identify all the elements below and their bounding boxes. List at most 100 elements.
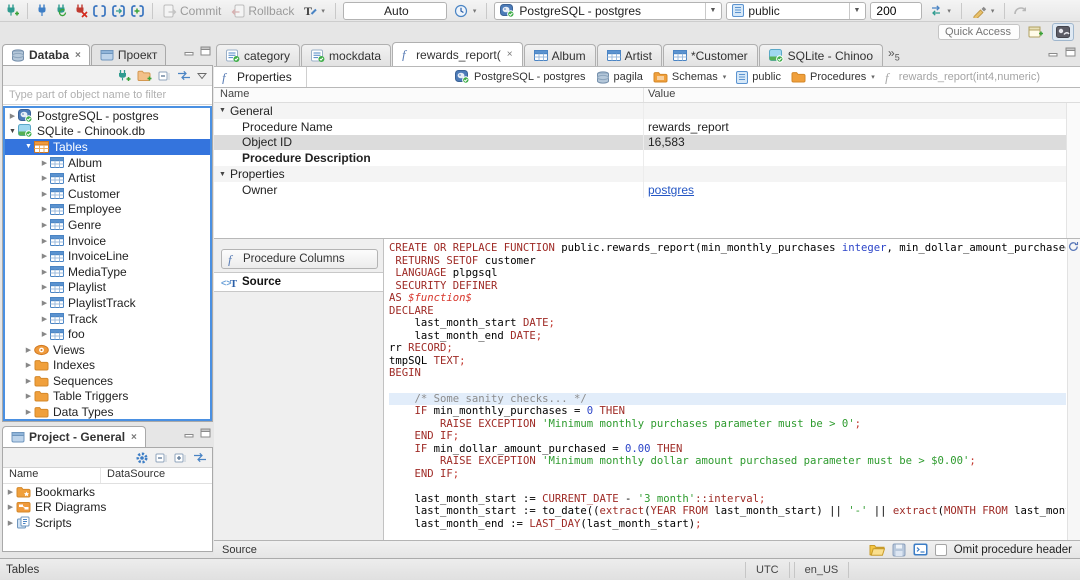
breadcrumb-item-procedures[interactable]: Procedures ▾ — [791, 71, 875, 83]
disconnect-icon[interactable] — [73, 3, 88, 18]
transaction-history-button[interactable]: ▾ — [451, 3, 480, 19]
editor-tab-mockdata[interactable]: mockdata — [301, 44, 392, 66]
chevron-right-icon[interactable]: ▶ — [39, 237, 50, 245]
editor-tab-sqlite-chinoo[interactable]: SQLite - Chinoo — [758, 44, 884, 66]
property-value[interactable]: postgres — [648, 183, 694, 197]
chevron-right-icon[interactable]: ▶ — [5, 488, 16, 496]
chevron-right-icon[interactable]: ▶ — [39, 159, 50, 167]
tree-item-sequences[interactable]: ▶ Sequences — [5, 373, 210, 389]
tree-item-postgresql-postgres[interactable]: ▶ PostgreSQL - postgres — [5, 108, 210, 124]
maximize-icon[interactable] — [200, 428, 211, 438]
recent-sql-editor-icon[interactable] — [111, 4, 126, 18]
chevron-right-icon[interactable]: ▶ — [23, 361, 34, 369]
chevron-right-icon[interactable]: ▶ — [23, 346, 34, 354]
chevron-right-icon[interactable]: ▶ — [23, 392, 34, 400]
status-locale[interactable]: en_US — [793, 561, 850, 578]
grid-row-general[interactable]: ▼ General — [214, 103, 1080, 119]
format-button[interactable]: ▾ — [969, 3, 998, 19]
chevron-right-icon[interactable]: ▶ — [39, 221, 50, 229]
chevron-right-icon[interactable]: ▶ — [5, 503, 16, 511]
tree-item-data-types[interactable]: ▶ Data Types — [5, 404, 210, 419]
navigator-filter-input[interactable] — [3, 86, 212, 105]
tab-properties[interactable]: f Properties — [214, 67, 307, 87]
new-connection-icon[interactable] — [116, 69, 131, 83]
tree-item-indexes[interactable]: ▶ Indexes — [5, 358, 210, 374]
column-header-name[interactable]: Name — [3, 468, 101, 483]
breadcrumb-item-public[interactable]: public — [736, 70, 781, 84]
minimize-icon[interactable] — [184, 46, 195, 56]
chevron-right-icon[interactable]: ▶ — [39, 268, 50, 276]
chevron-right-icon[interactable]: ▶ — [39, 252, 50, 260]
chevron-down-icon[interactable]: ▼ — [23, 143, 34, 150]
connect-icon[interactable] — [35, 3, 50, 18]
chevron-right-icon[interactable]: ▶ — [23, 377, 34, 385]
refresh-icon[interactable] — [1068, 241, 1079, 252]
dbeaver-perspective-button[interactable] — [1052, 23, 1074, 41]
maximize-icon[interactable] — [1065, 47, 1076, 57]
tree-item-foo[interactable]: ▶ foo — [5, 326, 210, 342]
commit-mode-combo[interactable]: Auto — [342, 1, 447, 20]
chevron-down-icon[interactable]: ▼ — [219, 171, 226, 178]
close-icon[interactable]: × — [75, 50, 81, 61]
tree-item-mediatype[interactable]: ▶ MediaType — [5, 264, 210, 280]
view-menu-icon[interactable] — [197, 72, 207, 80]
tab-project-general[interactable]: Project - General × — [2, 426, 146, 447]
tab-procedure-columns[interactable]: f Procedure Columns — [221, 249, 378, 269]
grid-scrollbar[interactable] — [1066, 103, 1080, 238]
new-connection-icon[interactable] — [4, 3, 20, 18]
tree-item-views[interactable]: ▶ Views — [5, 342, 210, 358]
bottom-tab-source[interactable]: Source — [222, 544, 257, 556]
grid-row-object-id[interactable]: Object ID 16,583 — [214, 134, 1080, 151]
link-with-editor-icon[interactable] — [177, 70, 191, 81]
grid-header-name[interactable]: Name — [214, 88, 644, 102]
project-item-scripts[interactable]: ▶ Scripts — [3, 515, 212, 531]
tree-item-playlist[interactable]: ▶ Playlist — [5, 280, 210, 296]
undo-icon[interactable] — [1012, 4, 1027, 17]
tree-item-genre[interactable]: ▶ Genre — [5, 217, 210, 233]
chevron-right-icon[interactable]: ▶ — [39, 330, 50, 338]
save-to-file-icon[interactable] — [892, 543, 906, 557]
status-timezone[interactable]: UTC — [745, 561, 790, 578]
new-sql-editor-icon[interactable] — [130, 4, 145, 18]
source-code[interactable]: CREATE OR REPLACE FUNCTION public.reward… — [389, 242, 1066, 540]
tree-item-employee[interactable]: ▶ Employee — [5, 202, 210, 218]
tree-item-tables[interactable]: ▼ Tables — [5, 139, 210, 155]
omit-procedure-header-checkbox[interactable] — [934, 543, 947, 556]
collapse-all-icon[interactable] — [158, 70, 171, 82]
connection-combo-arrow[interactable]: ▼ — [705, 2, 719, 19]
tab-projects[interactable]: Проект — [90, 44, 167, 65]
tree-item-sqlite-chinook-db[interactable]: ▼ SQLite - Chinook.db — [5, 124, 210, 140]
chevron-down-icon[interactable]: ▾ — [723, 73, 727, 81]
commit-button[interactable]: Commit — [160, 3, 224, 19]
open-console-icon[interactable] — [913, 543, 928, 556]
breadcrumb-item-postgresql-postgres[interactable]: PostgreSQL - postgres — [455, 70, 586, 84]
grid-row-owner[interactable]: Owner postgres — [214, 181, 1080, 198]
minimize-icon[interactable] — [184, 428, 195, 438]
close-icon[interactable]: × — [131, 432, 137, 443]
editor-tab-artist[interactable]: Artist — [596, 44, 662, 66]
chevron-right-icon[interactable]: ▶ — [23, 408, 34, 416]
chevron-right-icon[interactable]: ▶ — [7, 112, 18, 120]
collapse-all-icon[interactable] — [155, 452, 168, 464]
chevron-right-icon[interactable]: ▶ — [39, 205, 50, 213]
open-perspective-button[interactable] — [1025, 23, 1047, 41]
source-editor[interactable]: ▲▼ CREATE OR REPLACE FUNCTION public.rew… — [384, 239, 1080, 540]
chevron-right-icon[interactable]: ▶ — [39, 299, 50, 307]
tree-item-playlisttrack[interactable]: ▶ PlaylistTrack — [5, 295, 210, 311]
project-item-bookmarks[interactable]: ▶ Bookmarks — [3, 484, 212, 500]
minimize-icon[interactable] — [1048, 47, 1059, 57]
grid-row-properties[interactable]: ▼ Properties — [214, 166, 1080, 182]
grid-header-value[interactable]: Value — [644, 88, 675, 102]
project-item-er-diagrams[interactable]: ▶ ER Diagrams — [3, 500, 212, 516]
grid-row-procedure-name[interactable]: Procedure Name rewards_report — [214, 118, 1080, 135]
refresh-results-button[interactable]: ▾ — [926, 3, 954, 18]
breadcrumb-item-rewards-report-int4-numeric-[interactable]: f rewards_report(int4,numeric) — [885, 71, 1040, 84]
editor-tab-category[interactable]: category — [216, 44, 301, 66]
tree-item-track[interactable]: ▶ Track — [5, 311, 210, 327]
editor-tab-rewards-report-[interactable]: f rewards_report(× — [392, 42, 523, 66]
tree-item-invoiceline[interactable]: ▶ InvoiceLine — [5, 248, 210, 264]
breadcrumb-item-schemas[interactable]: Schemas ▾ — [653, 71, 726, 83]
expand-all-icon[interactable] — [174, 452, 187, 464]
chevron-down-icon[interactable]: ▼ — [7, 128, 18, 135]
source-scrollbar[interactable] — [1067, 239, 1080, 540]
